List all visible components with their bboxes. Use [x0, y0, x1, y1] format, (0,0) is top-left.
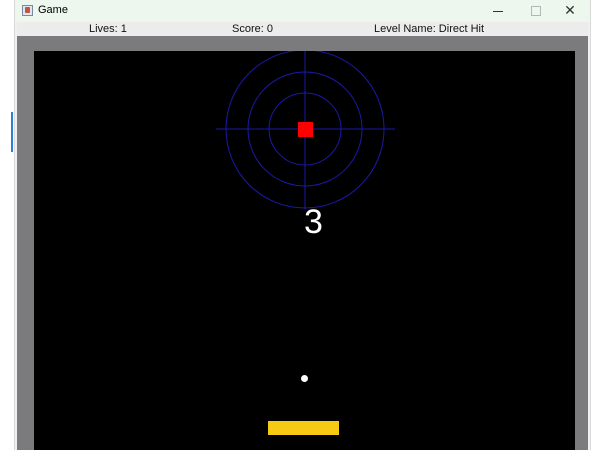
window-title: Game	[38, 4, 68, 16]
taskbar-edge-marker	[11, 112, 13, 152]
minimize-icon	[493, 10, 503, 12]
close-icon: ✕	[564, 3, 576, 19]
game-canvas[interactable]: 3	[34, 51, 575, 450]
crosshair-target	[216, 51, 395, 209]
level-name: Level Name: Direct Hit	[374, 23, 485, 35]
maximize-button[interactable]	[519, 0, 553, 22]
close-button[interactable]: ✕	[553, 0, 587, 22]
ball	[301, 375, 308, 382]
target-block	[298, 122, 313, 137]
paddle[interactable]	[268, 421, 339, 435]
lives-counter: Lives: 1	[89, 23, 127, 35]
countdown-number: 3	[304, 203, 323, 241]
status-bar: Lives: 1 Score: 0 Level Name: Direct Hit	[17, 22, 588, 36]
game-window: Game ✕ Lives: 1 Score: 0 Level Name: Dir…	[15, 0, 590, 450]
game-frame: 3	[17, 36, 588, 450]
title-bar[interactable]: Game ✕	[15, 0, 590, 22]
minimize-button[interactable]	[481, 0, 515, 22]
score-counter: Score: 0	[232, 23, 273, 35]
maximize-icon	[531, 6, 541, 16]
java-app-icon	[22, 5, 33, 16]
